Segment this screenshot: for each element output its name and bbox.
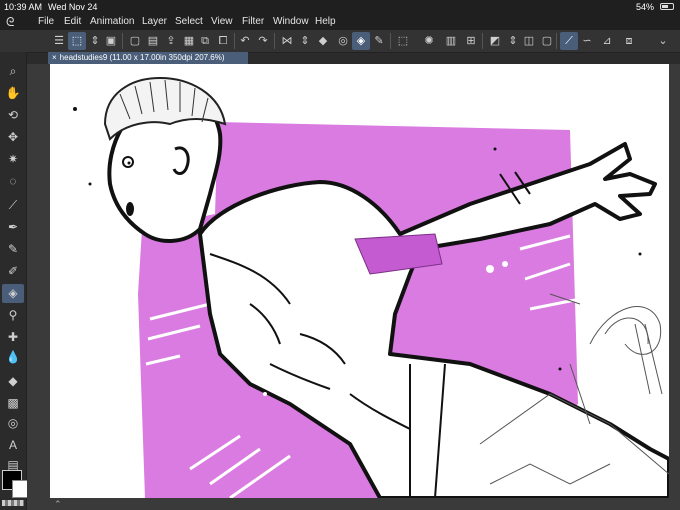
new-canvas-icon[interactable]: ⬚	[68, 32, 86, 50]
menu-select[interactable]: Select	[175, 16, 203, 27]
menu-layer[interactable]: Layer	[142, 16, 167, 27]
artwork	[73, 76, 669, 498]
smooth-stroke-icon[interactable]: ∽	[578, 32, 596, 50]
paste-icon[interactable]: ⧠	[214, 32, 232, 50]
pencil-icon[interactable]: ✎	[2, 240, 24, 259]
stroke-correction-icon[interactable]: ⟋	[560, 32, 578, 50]
app-logo-icon[interactable]: ᘓ	[6, 15, 14, 30]
move-icon[interactable]: ✥	[2, 128, 24, 147]
battery-percent: 54%	[635, 2, 654, 12]
new-file-icon[interactable]: ▢	[126, 32, 144, 50]
layer-panel-icon[interactable]: ⧈	[620, 32, 638, 50]
eraser-icon[interactable]: ◈	[2, 284, 24, 303]
clear-icon[interactable]: ◩	[486, 32, 504, 50]
battery-icon	[660, 3, 674, 10]
blend-icon[interactable]: ⚲	[2, 306, 24, 325]
menu-list-icon[interactable]: ☰	[50, 32, 68, 50]
flip-icon[interactable]: ⋈	[278, 32, 296, 50]
command-bar: ☰ ⬚ ⇕ ▣ ▢ ▤ ⇪ ▦ ⧉ ⧠ ↶ ↷ ⋈ ⇕ ◆ ◎ ◈ ✎ ⬚ ✺ …	[0, 30, 680, 53]
document-title: headstudies9 (11.00 x 17.00in 350dpi 207…	[59, 53, 225, 62]
select-rect-icon[interactable]: ⬚	[394, 32, 412, 50]
eraser-tool-icon[interactable]: ◈	[352, 32, 370, 50]
menu-help[interactable]: Help	[315, 16, 336, 27]
menu-view[interactable]: View	[211, 16, 233, 27]
mouth	[126, 202, 134, 216]
blend-tool-icon[interactable]: ◎	[334, 32, 352, 50]
status-bar: 10:39 AM Wed Nov 24 54%	[0, 0, 680, 14]
document-tab[interactable]: × headstudies9 (11.00 x 17.00in 350dpi 20…	[48, 52, 248, 64]
figure-icon[interactable]: ◎	[2, 414, 24, 433]
close-icon[interactable]: ×	[52, 53, 57, 62]
pen-tool-icon[interactable]: ✎	[370, 32, 388, 50]
gallery-icon[interactable]: ▣	[102, 32, 120, 50]
ruler-icon[interactable]: ◫	[520, 32, 538, 50]
text-icon[interactable]: A	[2, 436, 24, 455]
status-date: Wed Nov 24	[48, 2, 98, 12]
fill-tool-icon[interactable]: ◆	[314, 32, 332, 50]
menu-animation[interactable]: Animation	[90, 16, 134, 27]
chevron-updown-icon[interactable]: ⇕	[296, 32, 314, 50]
status-time: 10:39 AM	[4, 2, 43, 12]
select-all-icon[interactable]: ▥	[442, 32, 460, 50]
redo-icon[interactable]: ↷	[254, 32, 272, 50]
drop-icon[interactable]: 💧	[2, 348, 24, 367]
rotate-icon[interactable]: ⟲	[2, 106, 24, 125]
brush-icon[interactable]: ✐	[2, 262, 24, 281]
gradient-icon[interactable]: ▩	[2, 394, 24, 413]
wand-icon[interactable]: ✷	[2, 150, 24, 169]
menu-bar: ᘓ File Edit Animation Layer Select View …	[0, 14, 680, 30]
pressure-icon[interactable]: ⊿	[598, 32, 616, 50]
menu-file[interactable]: File	[38, 16, 54, 27]
menu-edit[interactable]: Edit	[64, 16, 81, 27]
eyedropper-icon[interactable]: ⟋	[2, 196, 24, 215]
lasso-icon[interactable]: ◌	[2, 172, 24, 191]
pen-icon[interactable]: ✒	[2, 218, 24, 237]
transform-icon[interactable]: ⊞	[462, 32, 480, 50]
decoration-icon[interactable]: ✚	[2, 328, 24, 347]
search-icon[interactable]: ⌕	[2, 62, 24, 81]
transparent-color-swatch[interactable]	[2, 500, 24, 506]
undo-icon[interactable]: ↶	[236, 32, 254, 50]
open-folder-icon[interactable]: ▤	[144, 32, 162, 50]
menu-window[interactable]: Window	[273, 16, 309, 27]
hand-icon[interactable]: ✋	[2, 84, 24, 103]
export-icon[interactable]: ⇪	[162, 32, 180, 50]
grid-icon[interactable]: ▢	[538, 32, 556, 50]
copy-icon[interactable]: ⧉	[196, 32, 214, 50]
select-lasso-icon[interactable]: ✺	[420, 32, 438, 50]
chevron-down-icon[interactable]: ⌄	[654, 32, 672, 50]
drawing-canvas[interactable]	[50, 64, 669, 498]
chevron-up-icon[interactable]: ⌃	[54, 499, 62, 510]
menu-filter[interactable]: Filter	[242, 16, 264, 27]
fill-icon[interactable]: ◆	[2, 372, 24, 391]
tool-palette: ⌕ ✋ ⟲ ✥ ✷ ◌ ⟋ ✒ ✎ ✐ ◈ ⚲ ✚ 💧 ◆ ▩ ◎ A ▤	[0, 52, 30, 510]
